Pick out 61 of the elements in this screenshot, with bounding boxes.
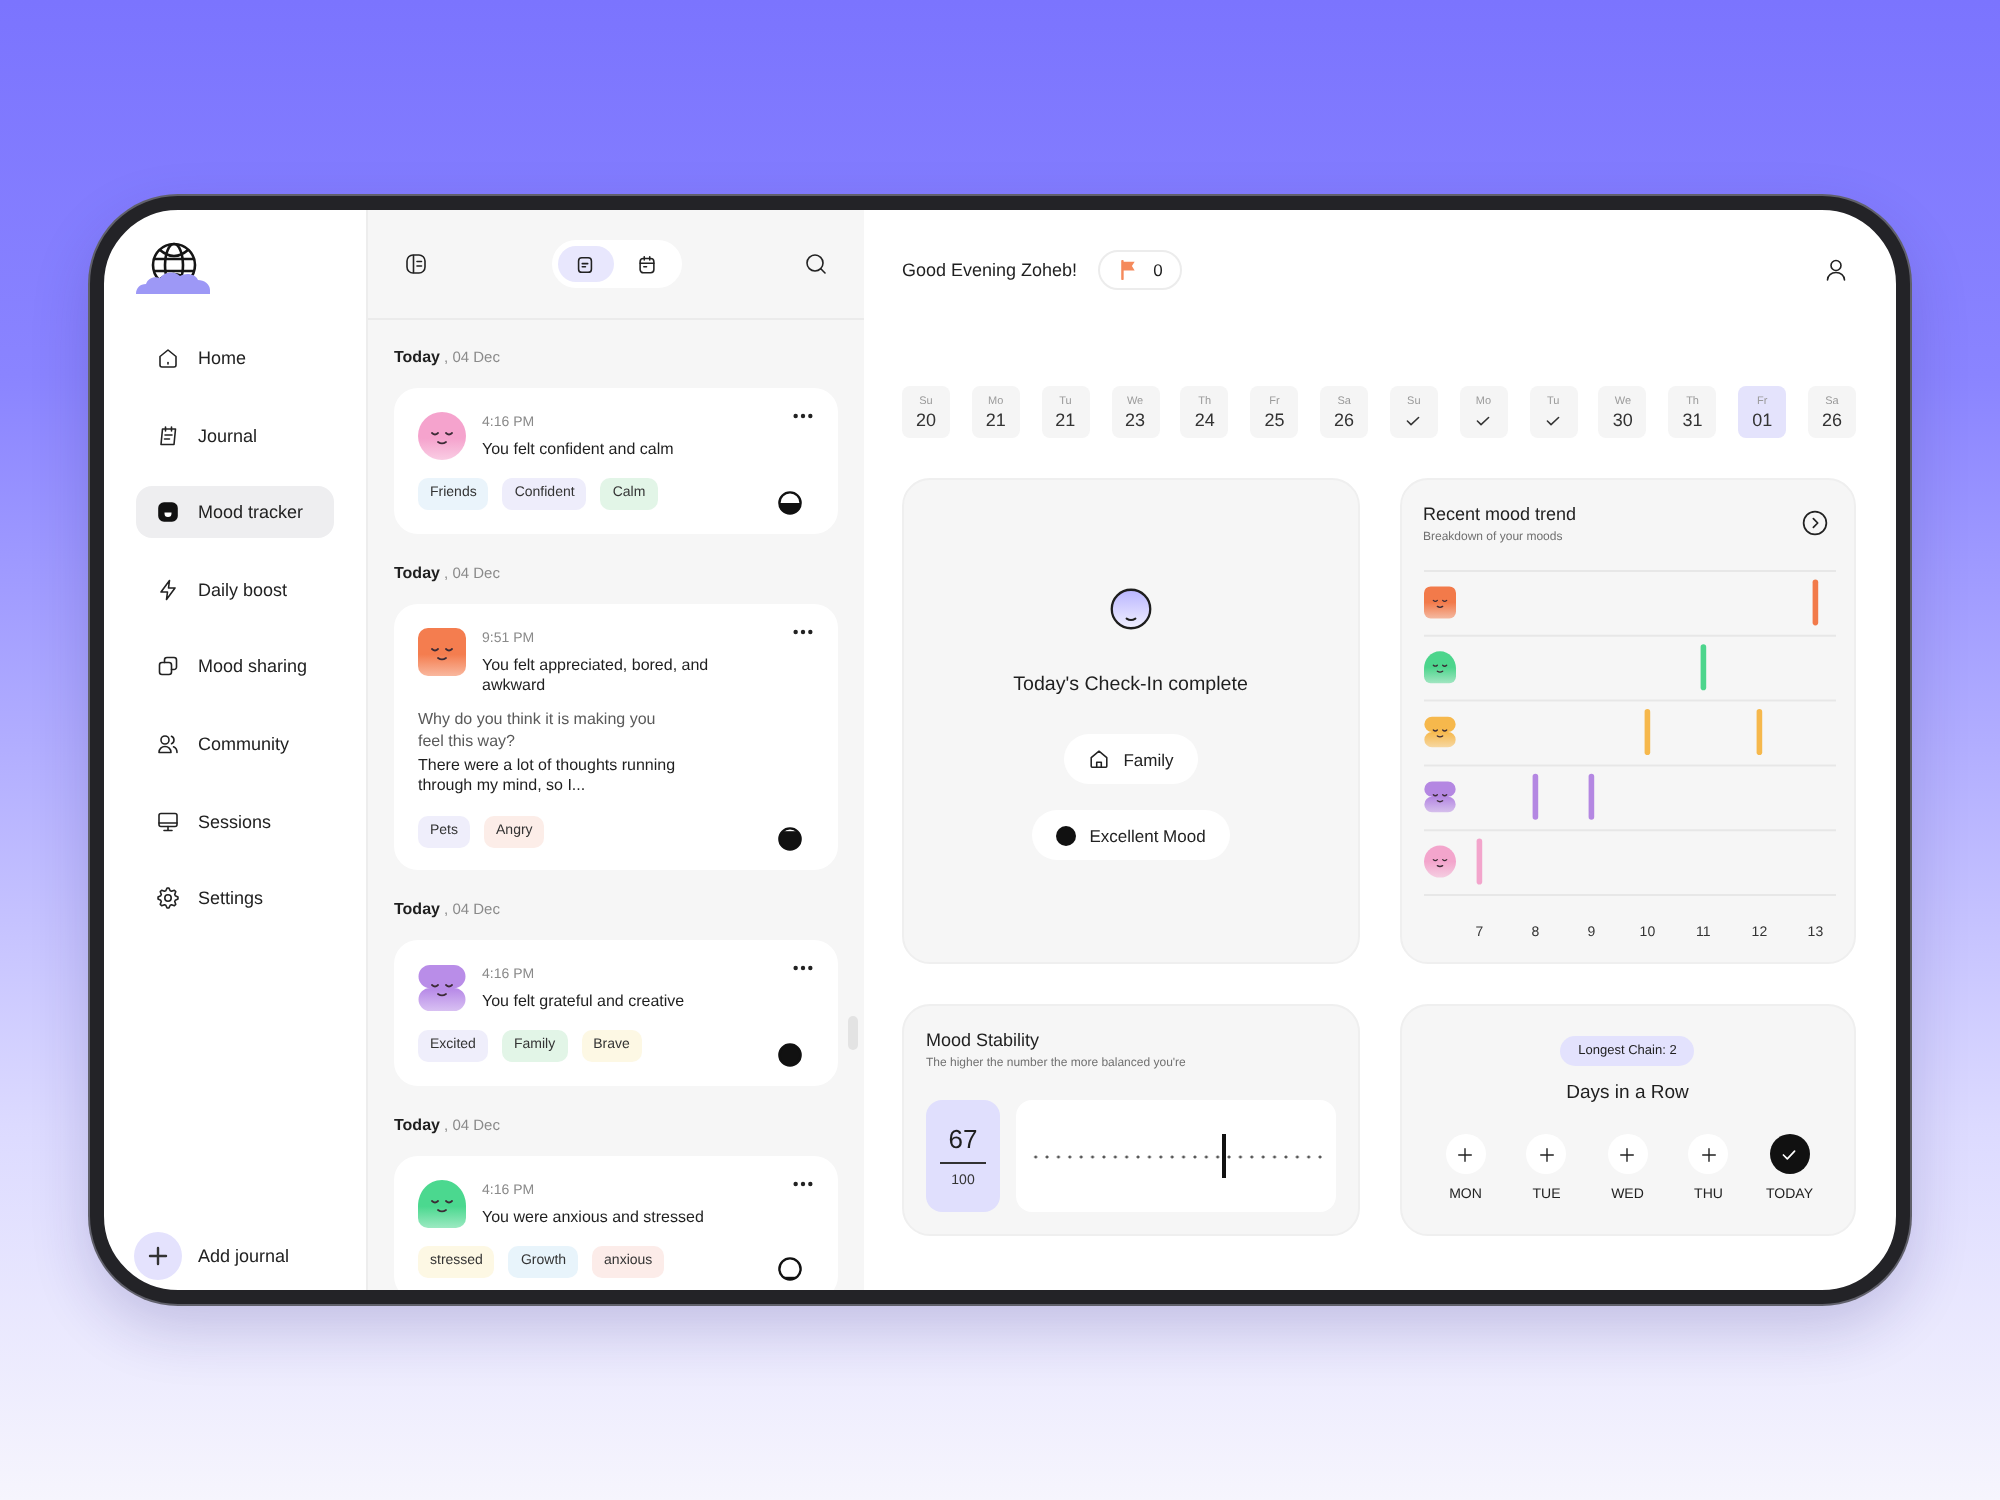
add-day-button[interactable] (1526, 1134, 1567, 1174)
nav-item[interactable]: Mood tracker (136, 486, 334, 539)
entry-question: Why do you think it is making you feel this way? (418, 707, 658, 751)
note-icon (574, 253, 596, 275)
add-journal-button[interactable]: Add journal (134, 1232, 290, 1280)
streak-title: Days in a Row (1566, 1082, 1689, 1106)
list-view-button[interactable] (557, 246, 613, 282)
chip-label: Family (1123, 749, 1174, 769)
score-value: 67 (948, 1123, 978, 1153)
check-icon (1476, 415, 1491, 425)
check-icon (1782, 1147, 1797, 1161)
calendar-icon (636, 253, 658, 275)
entry-answer: There were a lot of thoughts running through my mind, so I... (418, 755, 678, 797)
nav-item[interactable]: Community (136, 717, 334, 770)
entry-title: You were anxious and stressed (482, 1207, 704, 1227)
nav-item[interactable]: Sessions (136, 795, 334, 848)
done-day-button[interactable] (1769, 1134, 1810, 1174)
more-icon[interactable] (792, 412, 814, 420)
flag-icon (1119, 260, 1136, 280)
nav-item[interactable]: Daily boost (136, 563, 334, 616)
plus-icon (1458, 1147, 1473, 1161)
flag-count: 0 (1153, 260, 1163, 280)
people-icon (156, 731, 180, 756)
search-icon[interactable] (804, 252, 828, 276)
chip-label: Excellent Mood (1089, 825, 1206, 845)
overlapping-squares-icon (156, 654, 180, 679)
plus-icon (1701, 1147, 1716, 1161)
card-title: Mood Stability (926, 1028, 1040, 1052)
card-title: Recent mood trend (1423, 502, 1577, 526)
chevron-circle-icon[interactable] (1802, 510, 1828, 536)
nav-item[interactable]: Settings (136, 872, 334, 925)
user-icon[interactable] (1824, 258, 1848, 282)
plus-icon (1539, 1147, 1554, 1161)
home-icon (156, 346, 180, 370)
monitor-icon (156, 809, 180, 834)
smiley-square-icon (156, 500, 180, 525)
check-icon (1406, 415, 1421, 425)
nav-item[interactable]: Mood sharing (136, 640, 334, 693)
greeting: Good Evening Zoheb! (902, 260, 1078, 280)
plus-icon (1620, 1147, 1635, 1161)
add-day-button[interactable] (1688, 1134, 1729, 1174)
notebook-icon (156, 423, 180, 448)
nav-item[interactable]: Journal (136, 409, 334, 462)
entry-title: You felt confident and calm (482, 440, 674, 460)
more-icon[interactable] (792, 627, 814, 635)
add-day-button[interactable] (1607, 1134, 1648, 1174)
add-day-button[interactable] (1445, 1134, 1486, 1174)
checkin-title: Today's Check-In complete (1013, 674, 1248, 698)
more-icon[interactable] (792, 1179, 814, 1187)
more-icon[interactable] (792, 964, 814, 972)
panel-icon[interactable] (404, 252, 428, 276)
smiley-icon (1109, 588, 1152, 630)
check-icon (1546, 415, 1561, 425)
entry-title: You felt appreciated, bored, and awkward (482, 655, 711, 695)
nav-item[interactable]: Home (136, 332, 334, 384)
settings-icon (156, 886, 180, 911)
lightning-icon (156, 577, 180, 602)
home-icon (1087, 748, 1110, 770)
plus-icon (134, 1232, 182, 1280)
entry-title: You felt grateful and creative (482, 992, 685, 1012)
dot-icon (1055, 825, 1076, 845)
